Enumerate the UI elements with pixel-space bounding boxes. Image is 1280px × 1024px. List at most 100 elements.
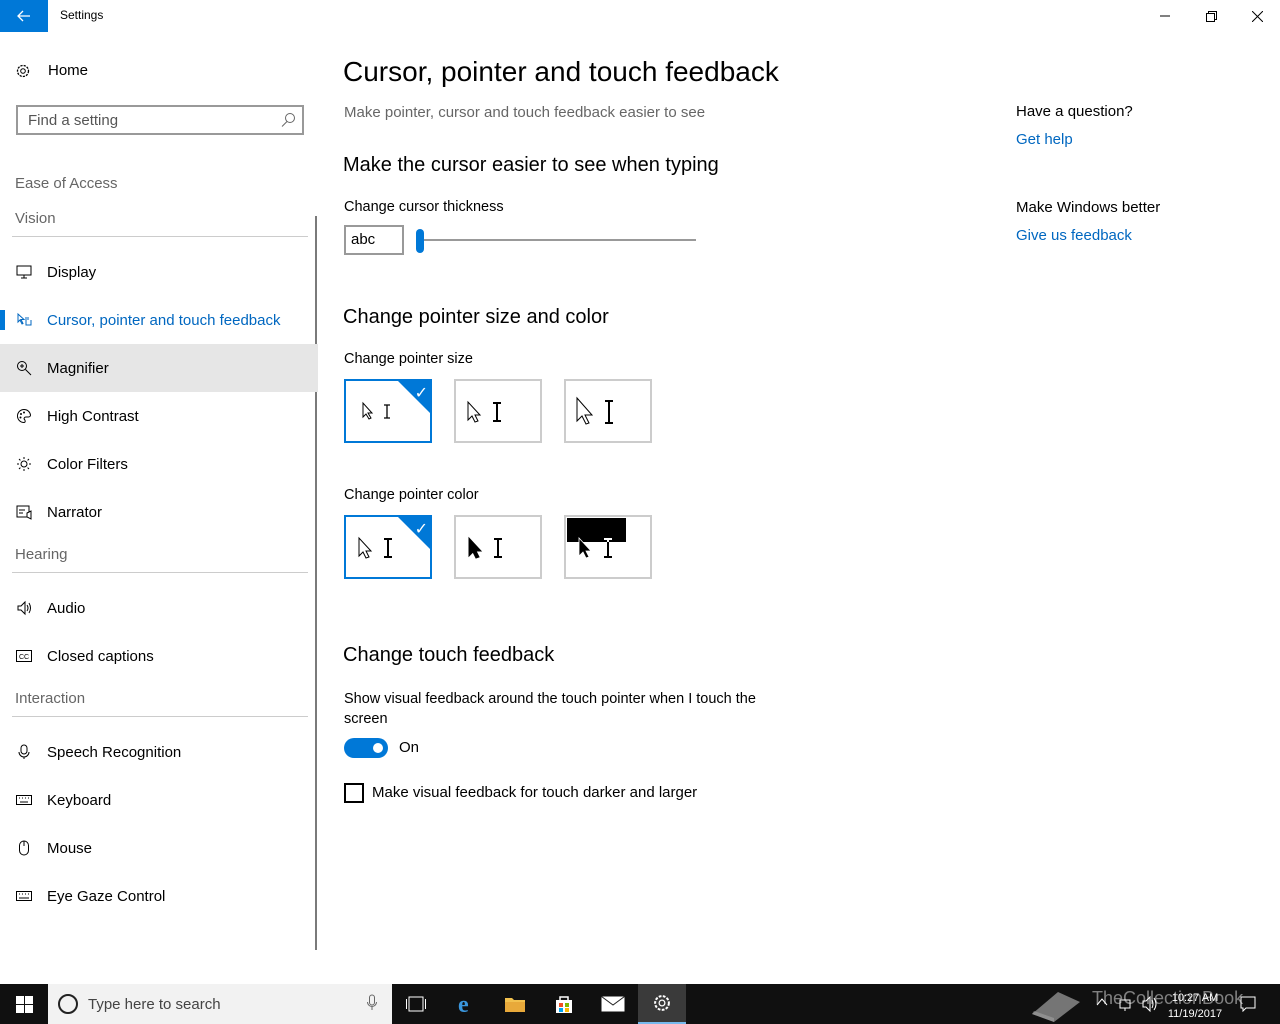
sidebar-item-label: Audio — [47, 599, 86, 617]
file-explorer-button[interactable] — [491, 984, 539, 1024]
sidebar-item-display[interactable]: Display — [0, 248, 318, 296]
store-icon — [556, 996, 572, 1013]
sidebar-item-magnifier[interactable]: Magnifier — [0, 344, 318, 392]
sidebar-item-audio[interactable]: Audio — [0, 584, 318, 632]
sidebar-item-high-contrast[interactable]: High Contrast — [0, 392, 318, 440]
cursor-preview-text: abc — [351, 231, 376, 248]
pointer-size-small[interactable]: ✓ — [344, 379, 432, 443]
home-label: Home — [48, 62, 89, 79]
toggle-state-label: On — [399, 739, 420, 756]
touch-feedback-label: Show visual feedback around the touch po… — [344, 691, 756, 727]
divider — [12, 716, 308, 717]
touch-feedback-toggle[interactable] — [344, 738, 388, 758]
volume-icon — [1142, 996, 1157, 1012]
sidebar-item-closed-captions[interactable]: CC Closed captions — [0, 632, 318, 680]
pointer-section-heading: Change pointer size and color — [343, 306, 609, 328]
sidebar-item-keyboard[interactable]: Keyboard — [0, 776, 318, 824]
mouse-icon — [15, 839, 33, 857]
edge-button[interactable]: e — [443, 984, 491, 1024]
minimize-icon — [1160, 15, 1170, 17]
pointer-size-medium[interactable] — [454, 379, 542, 443]
search-input[interactable]: Find a setting — [16, 105, 304, 135]
darker-feedback-label[interactable]: Make visual feedback for touch darker an… — [372, 784, 697, 801]
section-hearing: Hearing — [15, 546, 68, 563]
sidebar-item-mouse[interactable]: Mouse — [0, 824, 318, 872]
sidebar-item-speech-recognition[interactable]: Speech Recognition — [0, 728, 318, 776]
sun-icon — [15, 455, 33, 473]
sidebar-item-label: Keyboard — [47, 791, 112, 809]
title-bar: Settings — [0, 0, 1280, 32]
pointer-large-icon — [576, 396, 613, 425]
cursor-thickness-slider[interactable] — [423, 239, 696, 241]
pointer-color-black[interactable] — [454, 515, 542, 579]
sidebar-item-label: Magnifier — [47, 359, 109, 377]
sidebar-item-label: Color Filters — [47, 455, 128, 473]
microphone-icon — [367, 994, 377, 1010]
cursor-thickness-label: Change cursor thickness — [344, 199, 504, 215]
edge-icon: e — [458, 993, 469, 1015]
sidebar-item-label: Eye Gaze Control — [47, 887, 166, 905]
back-button[interactable] — [0, 0, 48, 32]
section-interaction: Interaction — [15, 690, 86, 707]
sidebar-item-color-filters[interactable]: Color Filters — [0, 440, 318, 488]
darker-feedback-checkbox[interactable] — [344, 783, 364, 803]
checkmark-icon: ✓ — [414, 385, 428, 402]
pointer-medium-icon — [467, 400, 501, 423]
sidebar-item-label: High Contrast — [47, 407, 139, 425]
restore-button[interactable] — [1188, 0, 1234, 32]
sidebar-item-eye-gaze[interactable]: Eye Gaze Control — [0, 872, 318, 920]
pointer-size-large[interactable] — [564, 379, 652, 443]
question-heading: Have a question? — [1016, 103, 1133, 120]
pointer-color-inverted[interactable] — [564, 515, 652, 579]
cc-icon: CC — [15, 647, 33, 665]
svg-text:e: e — [458, 993, 469, 1015]
clock-date: 11/19/2017 — [1167, 1008, 1223, 1020]
clock[interactable]: 10:27 AM 11/19/2017 — [1162, 990, 1228, 1022]
home-link[interactable]: Home — [15, 62, 88, 79]
sidebar-item-label: Speech Recognition — [47, 743, 182, 761]
book-watermark-icon — [1032, 992, 1080, 1022]
store-button[interactable] — [540, 984, 588, 1024]
sidebar: Home Find a setting Ease of Access Visio… — [0, 32, 320, 952]
cursor-section-heading: Make the cursor easier to see when typin… — [343, 154, 719, 176]
gear-icon — [654, 995, 670, 1011]
action-center-icon — [1240, 996, 1256, 1012]
monitor-icon — [15, 263, 33, 281]
task-view-button[interactable] — [392, 984, 440, 1024]
taskbar-search[interactable]: Type here to search — [48, 984, 392, 1024]
sidebar-item-cursor-pointer[interactable]: Cursor, pointer and touch feedback — [0, 296, 318, 344]
divider — [12, 236, 308, 237]
eye-gaze-keyboard-icon — [15, 887, 33, 905]
svg-text:CC: CC — [19, 654, 29, 661]
sidebar-item-label: Closed captions — [47, 647, 154, 665]
start-button[interactable] — [0, 984, 48, 1024]
close-icon — [1251, 10, 1263, 22]
pointer-color-white[interactable]: ✓ — [344, 515, 432, 579]
clock-time: 10:27 AM — [1171, 992, 1219, 1004]
speaker-icon — [15, 599, 33, 617]
settings-taskbar-button[interactable] — [638, 984, 686, 1024]
get-help-link[interactable]: Get help — [1016, 131, 1073, 148]
mail-icon — [601, 996, 625, 1012]
close-button[interactable] — [1234, 0, 1280, 32]
pointer-size-label: Change pointer size — [344, 351, 473, 367]
cursor-thickness-thumb[interactable] — [416, 229, 424, 253]
section-vision: Vision — [15, 210, 56, 227]
toggle-knob — [373, 743, 383, 753]
mail-button[interactable] — [589, 984, 637, 1024]
palette-icon — [15, 407, 33, 425]
window-title: Settings — [60, 8, 104, 22]
page-title: Cursor, pointer and touch feedback — [343, 56, 779, 87]
sidebar-item-narrator[interactable]: Narrator — [0, 488, 318, 536]
checkmark-icon: ✓ — [414, 521, 428, 538]
category-label: Ease of Access — [15, 175, 118, 192]
microphone-icon — [15, 743, 33, 761]
keyboard-icon — [15, 791, 33, 809]
restore-icon — [1205, 10, 1217, 22]
pointer-hand-icon — [15, 311, 33, 329]
sidebar-item-label: Mouse — [47, 839, 93, 857]
cursor-preview: abc — [344, 225, 404, 255]
page-subtitle: Make pointer, cursor and touch feedback … — [344, 104, 706, 121]
minimize-button[interactable] — [1142, 0, 1188, 32]
feedback-link[interactable]: Give us feedback — [1016, 227, 1132, 244]
